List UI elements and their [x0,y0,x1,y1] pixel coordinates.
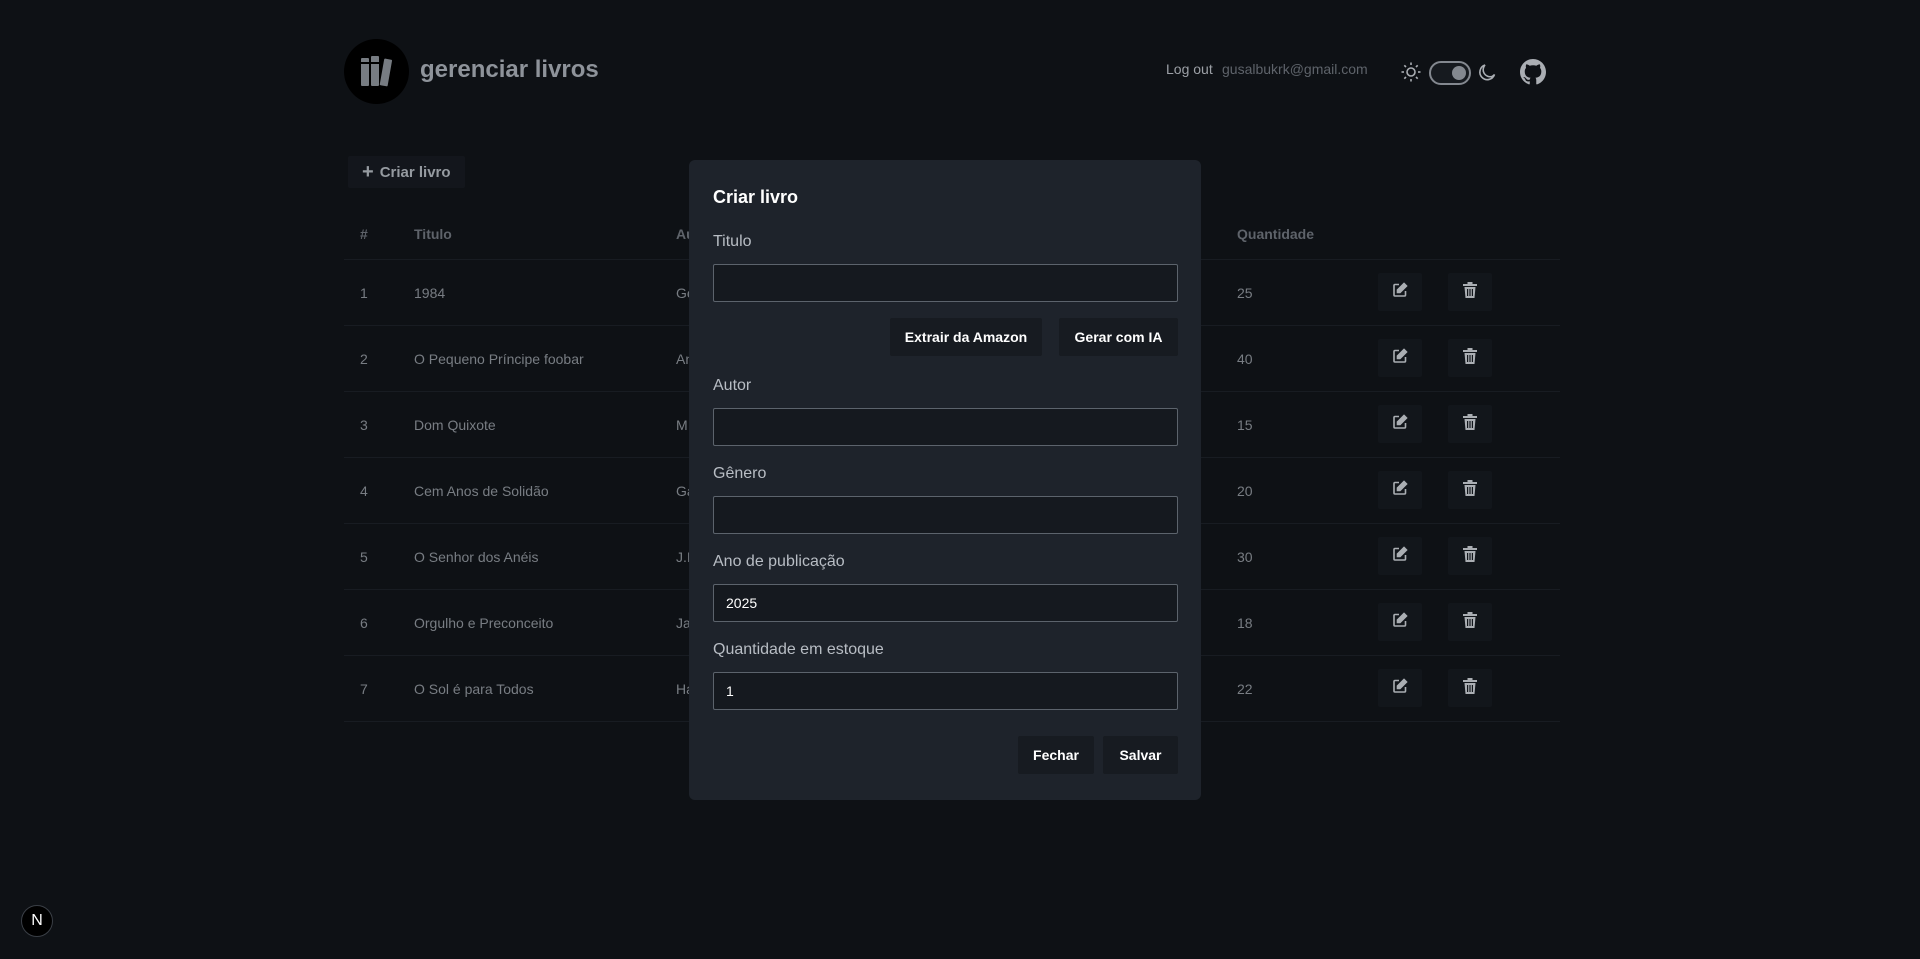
create-book-modal: Criar livro Titulo Extrair da Amazon Ger… [689,160,1201,800]
page: gerenciar livros Log out gusalbukrk@gmai… [0,0,1920,959]
modal-title: Criar livro [713,187,799,207]
genre-label: Gênero [713,465,767,482]
title-label: Titulo [713,233,752,250]
author-label: Autor [713,377,752,394]
nextjs-badge[interactable]: N [21,905,53,937]
close-button[interactable]: Fechar [1018,736,1094,774]
stock-input[interactable] [713,672,1178,710]
title-input[interactable] [713,264,1178,302]
author-input[interactable] [713,408,1178,446]
generate-ai-button[interactable]: Gerar com IA [1059,318,1178,356]
stock-label: Quantidade em estoque [713,641,884,658]
genre-input[interactable] [713,496,1178,534]
save-button[interactable]: Salvar [1103,736,1178,774]
extract-amazon-button[interactable]: Extrair da Amazon [890,318,1042,356]
year-input[interactable] [713,584,1178,622]
year-label: Ano de publicação [713,553,845,570]
